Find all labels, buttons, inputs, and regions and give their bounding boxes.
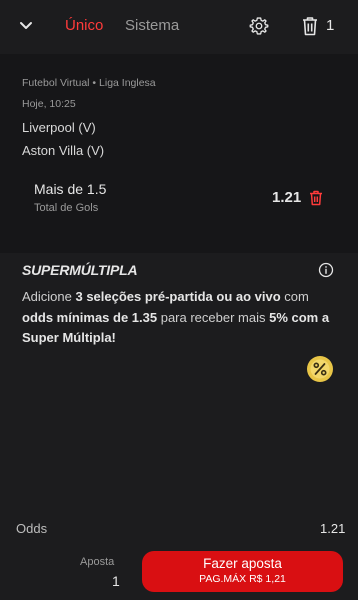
stake-input[interactable]: 1 (112, 573, 120, 589)
selection-count: 1 (326, 17, 335, 34)
max-payout-label: PAG.MÁX R$ 1,21 (199, 573, 286, 585)
event-time: Hoje, 10:25 (22, 98, 76, 110)
betslip-header: Único Sistema 1 (0, 0, 358, 54)
trash-icon[interactable] (301, 16, 319, 36)
league-label: Futebol Virtual • Liga Inglesa (22, 77, 156, 89)
place-bet-button[interactable]: Fazer aposta PAG.MÁX R$ 1,21 (142, 551, 343, 592)
selection-odd: 1.21 (272, 189, 302, 206)
away-team: Aston Villa (V) (22, 143, 105, 158)
info-icon[interactable] (318, 262, 334, 278)
supermultipla-description: Adicione 3 seleções pré-partida ou ao vi… (22, 289, 330, 345)
supermultipla-title: SUPERMÚLTIPLA (22, 262, 138, 278)
odds-label: Odds (16, 521, 48, 536)
tab-sistema[interactable]: Sistema (125, 17, 179, 34)
chevron-down-icon[interactable] (16, 15, 36, 35)
total-odds-value: 1.21 (320, 521, 346, 536)
tab-unico[interactable]: Único (65, 17, 103, 34)
place-bet-label: Fazer aposta (203, 556, 282, 571)
gear-icon[interactable] (249, 16, 269, 36)
remove-selection-icon[interactable] (309, 190, 323, 206)
stake-label: Aposta (80, 556, 115, 568)
home-team: Liverpool (V) (22, 120, 96, 135)
bet-selection-card: Futebol Virtual • Liga Inglesa Hoje, 10:… (0, 54, 358, 253)
market-label: Mais de 1.5 (34, 181, 107, 197)
submarket-label: Total de Gols (34, 202, 99, 214)
percent-badge-icon[interactable] (306, 355, 334, 383)
